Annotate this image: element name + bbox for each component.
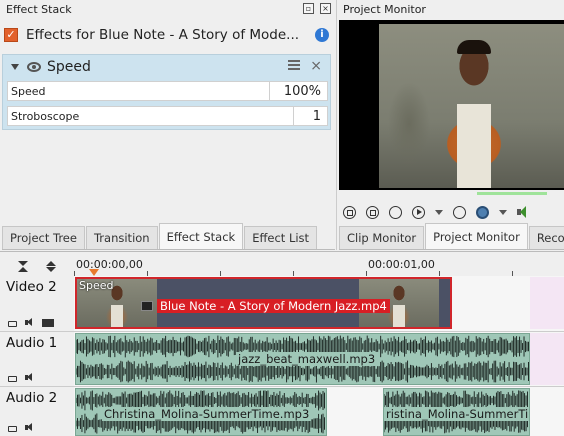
track-header-audio-1[interactable]: Audio 1 bbox=[0, 332, 74, 387]
tab-record[interactable]: Record bbox=[528, 226, 564, 249]
tab-clip-monitor[interactable]: Clip Monitor bbox=[339, 226, 425, 249]
timeline-ruler[interactable]: 00:00:00,00 00:00:01,00 bbox=[74, 258, 564, 276]
play-options-dropdown-icon[interactable] bbox=[435, 209, 443, 215]
monitor-video-view[interactable] bbox=[339, 20, 564, 190]
track-empty-area bbox=[530, 333, 564, 385]
track-header-audio-2[interactable]: Audio 2 bbox=[0, 387, 74, 436]
expand-tracks-icon[interactable] bbox=[46, 261, 56, 272]
mute-icon[interactable] bbox=[25, 423, 34, 432]
eye-icon[interactable] bbox=[27, 62, 41, 72]
lock-icon[interactable] bbox=[8, 321, 17, 327]
clip-name: ristina_Molina-SummerTime. bbox=[384, 407, 529, 421]
ruler-time-label: 00:00:00,00 bbox=[76, 258, 143, 271]
frame-detail bbox=[457, 40, 491, 54]
audio-clip[interactable]: jazz_beat_maxwell.mp3 bbox=[75, 333, 530, 385]
frame-detail bbox=[457, 104, 491, 188]
audio-clip[interactable]: Christina_Molina-SummerTime.mp3 bbox=[75, 388, 327, 436]
track-header-video-2[interactable]: Video 2 bbox=[0, 276, 74, 332]
tab-project-monitor[interactable]: Project Monitor bbox=[425, 223, 528, 249]
rewind-icon[interactable] bbox=[389, 205, 402, 219]
clip-effect-icon bbox=[141, 301, 153, 311]
effect-header-row[interactable]: Speed ⨯ bbox=[3, 55, 330, 79]
effect-stack-panel: Effect Stack ▫ × ✓ Effects for Blue Note… bbox=[0, 0, 335, 250]
tab-effect-stack[interactable]: Effect Stack bbox=[158, 223, 244, 249]
timeline: 00:00:00,00 00:00:01,00 Video 2 Speed Bl… bbox=[0, 251, 564, 436]
track-name: Video 2 bbox=[6, 279, 57, 295]
volume-icon[interactable] bbox=[517, 206, 529, 218]
audio-level-bar bbox=[477, 192, 547, 195]
effects-title: Effects for Blue Note - A Story of Mode.… bbox=[26, 27, 300, 43]
effect-speed-box: Speed ⨯ Speed 100% Stroboscope 1 bbox=[2, 54, 331, 130]
info-icon[interactable]: i bbox=[315, 28, 329, 42]
mute-icon[interactable] bbox=[25, 373, 34, 382]
clip-name: jazz_beat_maxwell.mp3 bbox=[236, 352, 378, 366]
transport-controls bbox=[343, 203, 563, 221]
track-empty-area bbox=[530, 277, 564, 329]
playhead-marker[interactable] bbox=[89, 269, 99, 276]
monitor-tabbar: Clip Monitor Project Monitor Record bbox=[339, 223, 564, 250]
dock-title-label: Effect Stack bbox=[6, 3, 72, 16]
set-zone-end-icon[interactable] bbox=[366, 205, 379, 219]
tab-project-tree[interactable]: Project Tree bbox=[2, 226, 85, 249]
dock-title-label: Project Monitor bbox=[343, 3, 426, 16]
clip-name: Blue Note - A Story of Modern Jazz.mp4 bbox=[157, 299, 390, 313]
track-height-controls bbox=[14, 259, 64, 277]
ruler-time-label: 00:00:01,00 bbox=[368, 258, 435, 271]
param-value-input[interactable]: 1 bbox=[293, 107, 327, 125]
monitor-dock-title: Project Monitor bbox=[337, 0, 564, 20]
project-monitor-panel: Project Monitor Clip Monitor Project Mon… bbox=[336, 0, 564, 250]
track-lane-audio-2[interactable]: Christina_Molina-SummerTime.mp3 ristina_… bbox=[74, 387, 564, 436]
hide-video-icon[interactable] bbox=[42, 319, 54, 327]
video-clip[interactable]: Speed Blue Note - A Story of Modern Jazz… bbox=[75, 277, 452, 329]
collapse-tracks-icon[interactable] bbox=[18, 261, 28, 272]
enable-effects-checkbox[interactable]: ✓ bbox=[4, 28, 18, 42]
param-speed[interactable]: Speed 100% bbox=[7, 81, 328, 101]
close-icon[interactable]: × bbox=[320, 3, 331, 14]
param-stroboscope[interactable]: Stroboscope 1 bbox=[7, 106, 328, 126]
lock-icon[interactable] bbox=[8, 376, 17, 382]
mute-icon[interactable] bbox=[25, 318, 34, 327]
video-frame-image bbox=[379, 24, 564, 188]
param-label: Speed bbox=[11, 85, 46, 98]
track-lane-audio-1[interactable]: jazz_beat_maxwell.mp3 bbox=[74, 332, 564, 387]
track-name: Audio 1 bbox=[6, 335, 58, 351]
float-icon[interactable]: ▫ bbox=[303, 3, 314, 14]
track-name: Audio 2 bbox=[6, 390, 58, 406]
forward-icon[interactable] bbox=[453, 205, 466, 219]
settings-gear-icon[interactable] bbox=[476, 205, 489, 219]
clip-name: Christina_Molina-SummerTime.mp3 bbox=[102, 407, 312, 421]
tab-effect-list[interactable]: Effect List bbox=[244, 226, 318, 249]
effects-header: ✓ Effects for Blue Note - A Story of Mod… bbox=[4, 24, 331, 46]
effect-name: Speed bbox=[47, 59, 91, 75]
collapse-triangle-icon[interactable] bbox=[11, 64, 19, 70]
param-label: Stroboscope bbox=[11, 110, 80, 123]
lock-icon[interactable] bbox=[8, 426, 17, 432]
remove-effect-icon[interactable]: ⨯ bbox=[310, 58, 322, 74]
play-icon[interactable] bbox=[412, 205, 425, 219]
effect-stack-dock-title: Effect Stack ▫ × bbox=[0, 0, 335, 20]
left-tabbar: Project Tree Transition Effect Stack Eff… bbox=[2, 223, 335, 250]
clip-effect-label: Speed bbox=[79, 279, 114, 292]
effect-menu-icon[interactable] bbox=[288, 60, 300, 70]
tab-transition[interactable]: Transition bbox=[85, 226, 158, 249]
settings-dropdown-icon[interactable] bbox=[499, 209, 507, 215]
audio-clip[interactable]: ristina_Molina-SummerTime. bbox=[383, 388, 530, 436]
param-value-input[interactable]: 100% bbox=[269, 82, 327, 100]
set-zone-start-icon[interactable] bbox=[343, 205, 356, 219]
track-lane-video-2[interactable]: Speed Blue Note - A Story of Modern Jazz… bbox=[74, 276, 564, 332]
